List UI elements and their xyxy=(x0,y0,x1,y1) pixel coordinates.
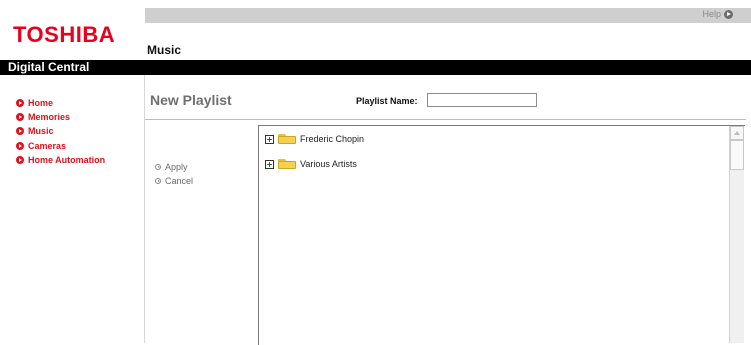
playlist-name-label: Playlist Name: xyxy=(356,96,418,106)
apply-button[interactable]: Apply xyxy=(155,162,188,172)
playlist-name-input[interactable] xyxy=(427,93,537,107)
library-tree: Frederic Chopin Various Artists xyxy=(258,125,745,345)
expand-plus-icon[interactable] xyxy=(265,159,274,169)
sidebar-item-label: Music xyxy=(28,126,54,137)
tree-item-label: Various Artists xyxy=(300,159,357,169)
help-link[interactable]: Help xyxy=(702,9,733,19)
apply-label: Apply xyxy=(165,162,188,172)
sidebar-item-label: Home Automation xyxy=(28,154,106,165)
heading-divider xyxy=(145,119,746,120)
page-title: New Playlist xyxy=(150,92,232,108)
sidebar-item-label: Memories xyxy=(28,112,71,123)
sidebar-item-cameras[interactable]: Cameras xyxy=(16,139,105,153)
sidebar-divider xyxy=(144,75,145,343)
arrow-circle-icon xyxy=(16,141,24,150)
sidebar-item-music[interactable]: Music xyxy=(16,124,105,138)
folder-icon xyxy=(278,159,296,169)
arrow-circle-icon xyxy=(155,178,161,184)
sidebar-item-memories[interactable]: Memories xyxy=(16,110,105,124)
cancel-label: Cancel xyxy=(165,176,194,186)
arrow-circle-icon xyxy=(155,164,161,170)
sidebar-item-home[interactable]: Home xyxy=(16,96,105,110)
arrow-circle-icon xyxy=(16,99,24,108)
sidebar-item-label: Cameras xyxy=(28,140,67,151)
brand-logo: TOSHIBA xyxy=(13,22,116,47)
arrow-circle-icon xyxy=(16,127,24,136)
section-title: Music xyxy=(147,43,182,57)
scroll-up-icon[interactable] xyxy=(730,126,744,140)
help-label: Help xyxy=(702,9,721,19)
cancel-button[interactable]: Cancel xyxy=(155,176,193,186)
tree-item[interactable]: Various Artists xyxy=(265,159,357,169)
top-bar xyxy=(145,8,751,23)
scroll-thumb[interactable] xyxy=(730,140,744,170)
brand-bar xyxy=(0,60,751,75)
brand-subtitle: Digital Central xyxy=(8,60,90,74)
arrow-circle-icon xyxy=(724,9,733,19)
folder-icon xyxy=(278,134,296,144)
expand-plus-icon[interactable] xyxy=(265,134,274,144)
arrow-circle-icon xyxy=(16,155,24,164)
tree-item-label: Frederic Chopin xyxy=(300,134,365,144)
sidebar-nav: Home Memories Music Cameras Home Automat… xyxy=(16,96,105,167)
tree-item[interactable]: Frederic Chopin xyxy=(265,134,364,144)
sidebar-item-label: Home xyxy=(28,98,54,109)
sidebar-item-home-automation[interactable]: Home Automation xyxy=(16,153,105,167)
arrow-circle-icon xyxy=(16,113,24,122)
